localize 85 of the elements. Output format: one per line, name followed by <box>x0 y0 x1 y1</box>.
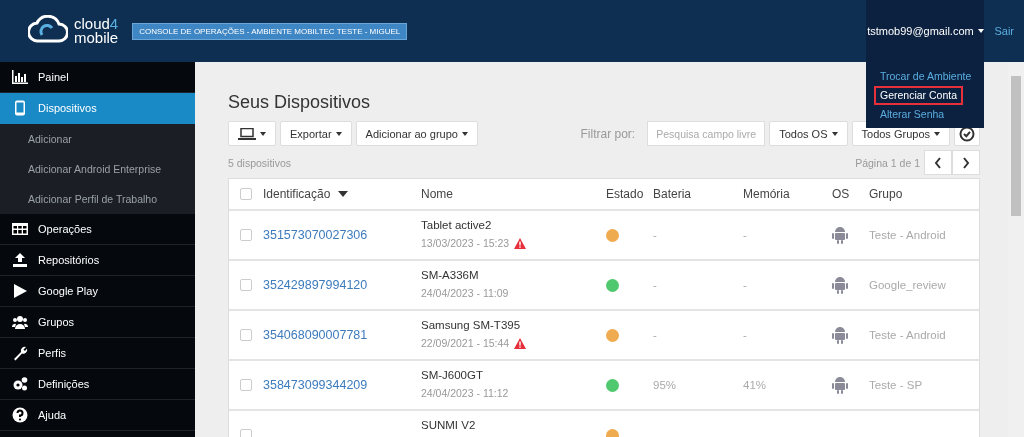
help-icon <box>12 407 28 423</box>
device-name: SUNMI V2 <box>421 419 476 431</box>
device-name: SM-J600GT <box>421 369 483 381</box>
last-sync-date: 24/04/2023 - 11:09 <box>421 287 509 299</box>
laptop-icon <box>238 127 256 140</box>
os-filter-dropdown[interactable]: Todos OS <box>769 121 848 146</box>
user-menu-button[interactable]: tstmob99@gmail.com <box>866 0 985 62</box>
pagination-label: Página 1 de 1 <box>855 156 920 169</box>
column-header[interactable]: Nome <box>421 187 453 201</box>
chevron-left-icon <box>934 156 942 169</box>
upload-icon <box>12 252 28 268</box>
battery-value: - <box>653 279 657 291</box>
memory-value: - <box>743 229 747 241</box>
scrollbar[interactable] <box>1008 62 1024 437</box>
battery-value: - <box>653 229 657 241</box>
battery-value: 95% <box>653 379 677 391</box>
android-icon <box>832 376 848 394</box>
play-icon <box>12 283 28 299</box>
environment-badge: CONSOLE DE OPERAÇÕES - AMBIENTE MOBILTEC TESTE - MIGUEL <box>132 22 408 40</box>
page-title: Seus Dispositivos <box>228 92 371 113</box>
sidebar-subitem[interactable]: Adicionar Perfil de Trabalho <box>0 184 195 214</box>
menu-item[interactable]: Trocar de Ambiente <box>874 67 978 86</box>
group-name: Teste - Android <box>869 329 946 341</box>
menu-item[interactable]: Gerenciar Conta <box>874 86 964 105</box>
memory-value: 41% <box>743 379 767 391</box>
device-id-link[interactable]: 351573070027306 <box>263 228 368 242</box>
group-name: Google_review <box>869 279 946 291</box>
column-header[interactable]: Memória <box>743 187 790 201</box>
row-checkbox[interactable] <box>240 229 252 241</box>
users-icon <box>12 314 28 330</box>
device-view-button[interactable] <box>228 121 276 146</box>
row-checkbox[interactable] <box>240 329 252 341</box>
sidebar-item[interactable]: Grupos <box>0 307 195 338</box>
filter-label: Filtrar por: <box>580 126 636 141</box>
caret-icon <box>260 131 266 136</box>
device-name: SM-A336M <box>421 269 479 281</box>
device-name: Samsung SM-T395 <box>421 319 521 331</box>
logo-wordmark: cloud4 mobile <box>74 17 119 45</box>
sidebar-item[interactable]: Dispositivos <box>0 93 195 124</box>
gears-icon <box>12 376 28 392</box>
chart-icon <box>12 69 28 85</box>
column-header[interactable]: Grupo <box>869 187 903 201</box>
add-to-group-button[interactable]: Adicionar ao grupo <box>355 121 478 146</box>
caret-icon <box>977 29 984 33</box>
column-header[interactable]: Estado <box>606 187 644 201</box>
last-sync-date: 22/09/2021 - 15:44 <box>421 337 510 349</box>
memory-value: - <box>743 329 747 341</box>
search-field[interactable]: Pesquisa campo livre <box>647 121 766 146</box>
previous-page-button[interactable] <box>924 150 952 175</box>
sort-down-icon <box>338 191 349 197</box>
group-name: Teste - SP <box>869 379 923 391</box>
column-header[interactable]: Bateria <box>653 187 692 201</box>
device-name: Tablet active2 <box>421 219 492 231</box>
menu-item[interactable]: Alterar Senha <box>874 105 951 124</box>
sidebar-item[interactable]: Ajuda <box>0 400 195 431</box>
table-icon <box>12 221 28 237</box>
memory-value: - <box>743 279 747 291</box>
export-button[interactable]: Exportar <box>280 121 352 146</box>
row-checkbox[interactable] <box>240 279 252 291</box>
android-icon <box>832 276 848 294</box>
chevron-right-icon <box>962 156 970 169</box>
next-page-button[interactable] <box>952 150 980 175</box>
device-id-link[interactable]: 352429897994120 <box>263 278 368 292</box>
logout-link[interactable]: Sair <box>994 25 1014 37</box>
sidebar-subitem[interactable]: Adicionar Android Enterprise <box>0 154 195 184</box>
wrench-icon <box>12 345 28 361</box>
column-header[interactable]: OS <box>832 187 850 201</box>
last-sync-date: 24/04/2023 - 11:12 <box>421 387 509 399</box>
device-id-link[interactable]: 354068090007781 <box>263 328 368 342</box>
battery-value: - <box>653 329 657 341</box>
sidebar-item[interactable]: Operações <box>0 214 195 245</box>
android-icon <box>832 326 848 344</box>
select-all-checkbox[interactable] <box>240 188 252 200</box>
group-name: Teste - Android <box>869 229 946 241</box>
device-id-link[interactable]: 358473099344209 <box>263 378 368 392</box>
sidebar-item[interactable]: Definições <box>0 369 195 400</box>
row-checkbox[interactable] <box>240 379 252 391</box>
android-icon <box>832 226 848 244</box>
sidebar-item[interactable]: Google Play <box>0 276 195 307</box>
device-count: 5 dispositivos <box>228 156 292 169</box>
phone-icon <box>12 100 28 116</box>
last-sync-date: 13/03/2023 - 15:23 <box>421 237 510 249</box>
column-header[interactable]: Identificação <box>263 187 331 201</box>
sidebar-subitem[interactable]: Adicionar <box>0 124 195 154</box>
check-circle-icon <box>959 125 975 142</box>
